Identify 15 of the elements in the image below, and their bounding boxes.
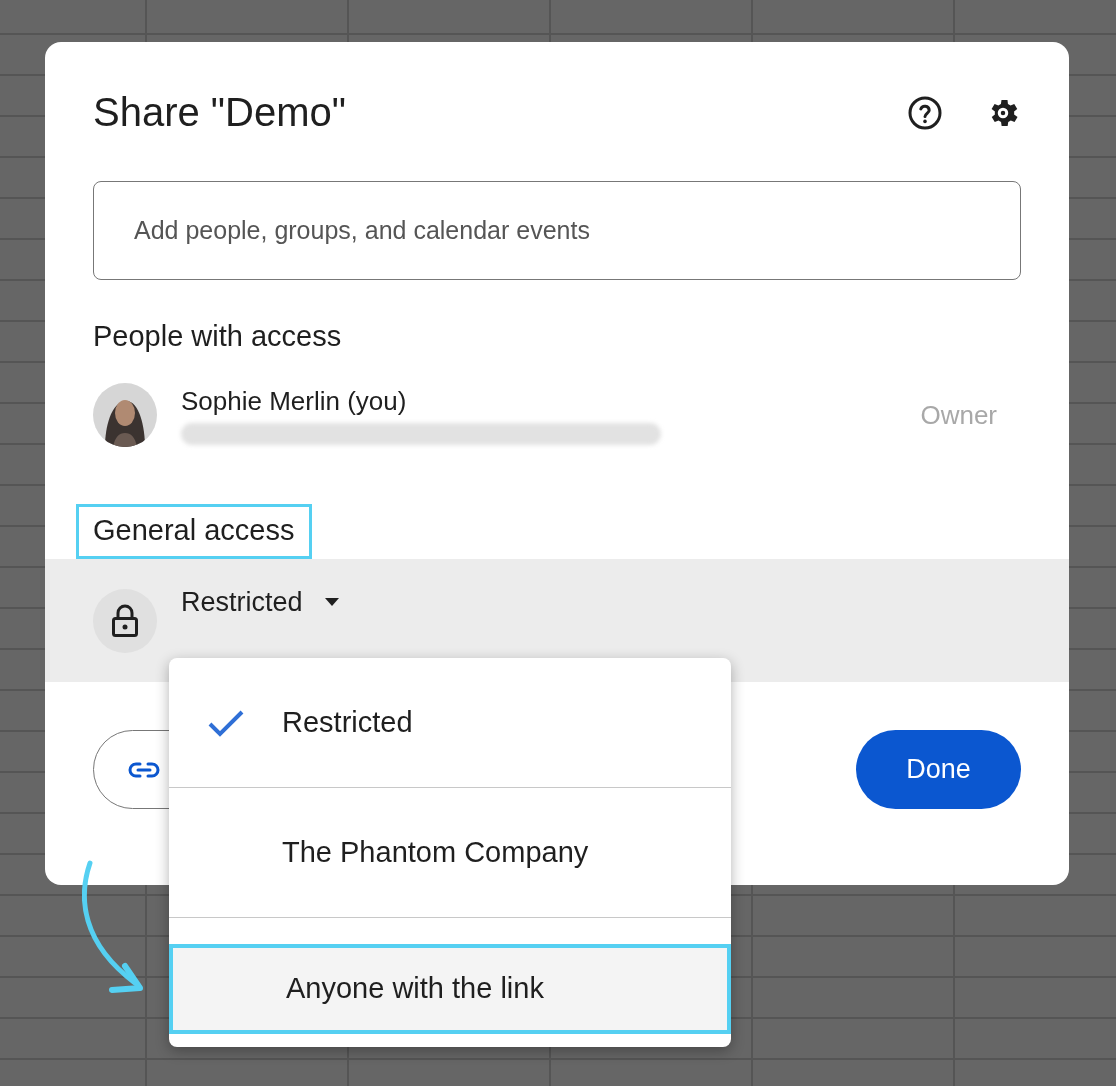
help-icon[interactable] bbox=[907, 94, 943, 131]
link-icon bbox=[128, 760, 160, 779]
section-heading: General access bbox=[76, 504, 312, 559]
section-heading: People with access bbox=[93, 320, 343, 353]
add-people-field[interactable]: Add people, groups, and calendar events bbox=[93, 181, 1021, 280]
person-name: Sophie Merlin (you) bbox=[181, 385, 408, 417]
role-label: Owner bbox=[920, 399, 997, 431]
caret-icon bbox=[324, 598, 339, 606]
access-dropdown[interactable]: Restricted bbox=[181, 585, 339, 619]
menu-item[interactable]: Restricted bbox=[169, 658, 731, 787]
curved-arrow-icon bbox=[82, 860, 144, 993]
menu-item[interactable]: The Phantom Company bbox=[169, 788, 731, 917]
done-button[interactable]: Done bbox=[856, 730, 1021, 809]
menu-item[interactable]: Anyone with the link bbox=[169, 943, 731, 1034]
dialog-title: Share "Demo" bbox=[93, 90, 346, 135]
